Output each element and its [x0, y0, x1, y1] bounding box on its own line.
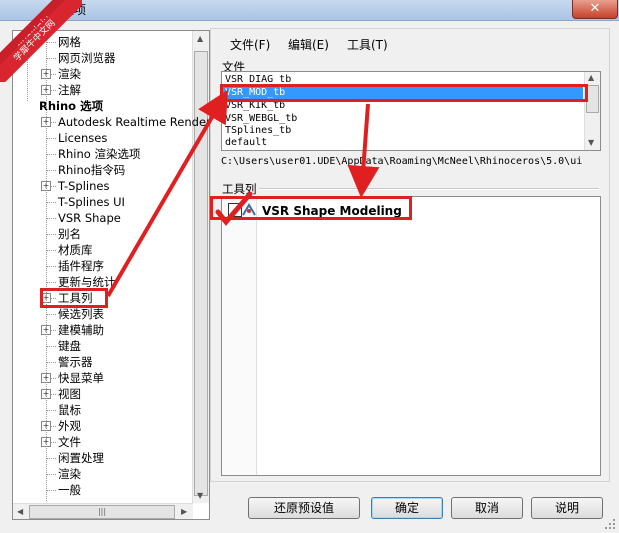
tree-vertical-scrollbar[interactable]: ▲ ▼	[192, 31, 209, 503]
menu-tools[interactable]: 工具(T)	[347, 36, 388, 53]
help-button[interactable]: 说明	[531, 497, 603, 519]
tree-item[interactable]: 文件	[58, 434, 81, 450]
cancel-button[interactable]: 取消	[451, 497, 523, 519]
tree-item-label: 鼠标	[58, 403, 81, 417]
tree-connector	[46, 362, 56, 363]
tree-item-label: 快显菜单	[58, 371, 104, 385]
file-item[interactable]: VSR_WEBGL_tb	[225, 113, 297, 125]
tree-item[interactable]: 建模辅助	[58, 322, 104, 338]
tree-item-label: Rhino 选项	[39, 99, 104, 113]
tree-item-label: Rhino 渲染选项	[58, 147, 141, 161]
tree-connector	[46, 458, 56, 459]
tree-item[interactable]: Rhino 渲染选项	[58, 146, 140, 162]
tree-item[interactable]: VSR Shape	[58, 210, 121, 226]
restore-defaults-button[interactable]: 还原预设值	[248, 497, 360, 519]
options-dialog: 选项 ✕ ▲ ▼ ◀ ||| ▶ 网格网页浏览器渲染+注解+Rhino 选项Au…	[0, 0, 619, 533]
tree-connector	[46, 170, 56, 171]
tree-item[interactable]: 键盘	[58, 338, 81, 354]
toolbars-check-column	[222, 197, 257, 475]
tree-connector	[46, 282, 56, 283]
toolbars-group-label: 工具列	[222, 181, 259, 197]
tree-item-label: 材质库	[58, 243, 93, 257]
tree-item[interactable]: 闲置处理	[58, 450, 104, 466]
tree-item-label: T-Splines UI	[58, 195, 125, 209]
annotation-box-toolbars-tree	[40, 288, 108, 308]
tree-item-label: 一般	[58, 483, 81, 497]
scroll-left-arrow-icon[interactable]: ◀	[17, 507, 23, 516]
toolbar-files-list[interactable]: VSR_DIAG_tb VSR_MOD_tb VSR_KIK_tb VSR_WE…	[221, 71, 601, 151]
tree-item[interactable]: Licenses	[58, 130, 107, 146]
tree-item-label: 注解	[58, 83, 81, 97]
tree-connector	[46, 31, 47, 501]
tree-item[interactable]: 快显菜单	[58, 370, 104, 386]
tree-item-label: 键盘	[58, 339, 81, 353]
menu-file[interactable]: 文件(F)	[230, 36, 270, 53]
tree-connector	[46, 474, 56, 475]
tree-connector	[46, 202, 56, 203]
site-watermark: xuexiniu 学犀牛中文网	[0, 0, 82, 82]
tree-item-label: T-Splines	[58, 179, 110, 193]
tree-connector	[46, 138, 56, 139]
tree-item-label: 警示器	[58, 355, 93, 369]
tree-item-label: 候选列表	[58, 307, 104, 321]
resize-grip-icon[interactable]	[603, 517, 617, 531]
tree-item-label: 渲染	[58, 467, 81, 481]
scroll-up-arrow-icon[interactable]: ▲	[588, 73, 594, 82]
tree-item-label: Autodesk Realtime Renderer	[58, 115, 210, 129]
tree-item[interactable]: 注解	[58, 82, 81, 98]
annotation-box-toolbar-item	[210, 196, 412, 220]
tree-item-label: Rhino指令码	[58, 163, 126, 177]
tree-item[interactable]: 警示器	[58, 354, 93, 370]
tree-item-label: 视图	[58, 387, 81, 401]
tree-item[interactable]: T-Splines UI	[58, 194, 125, 210]
tree-item[interactable]: Autodesk Realtime Renderer	[58, 114, 210, 130]
tree-connector	[46, 314, 56, 315]
tree-item-label: Licenses	[58, 131, 108, 145]
toolbars-group-separator	[250, 188, 599, 190]
tree-item[interactable]: 候选列表	[58, 306, 104, 322]
tree-connector	[46, 218, 56, 219]
tree-item-label: 闲置处理	[58, 451, 104, 465]
menu-edit[interactable]: 编辑(E)	[288, 36, 329, 53]
title-bar: 选项 ✕	[0, 0, 619, 21]
tree-connector	[46, 250, 56, 251]
tree-item-label: VSR Shape	[58, 211, 121, 225]
tree-horizontal-scrollbar[interactable]: ◀ ||| ▶	[13, 503, 193, 519]
scroll-up-arrow-icon[interactable]: ▲	[197, 34, 203, 43]
file-item[interactable]: default	[225, 137, 267, 149]
options-tree[interactable]: ▲ ▼ ◀ ||| ▶ 网格 网页浏览器 渲染 + 注解 + Rhino 选项 Autodes…	[12, 30, 210, 520]
file-item[interactable]: TSplines_tb	[225, 125, 291, 137]
scroll-down-arrow-icon[interactable]: ▼	[197, 491, 203, 500]
scroll-right-arrow-icon[interactable]: ▶	[181, 507, 187, 516]
tree-item-label: 别名	[58, 227, 81, 241]
tree-horizontal-scroll-thumb[interactable]: |||	[29, 505, 175, 519]
tree-item[interactable]: 一般	[58, 482, 81, 498]
tree-item[interactable]: 插件程序	[58, 258, 104, 274]
tree-item[interactable]: 外观	[58, 418, 81, 434]
tree-item-label: 建模辅助	[58, 323, 104, 337]
tree-item[interactable]: 材质库	[58, 242, 93, 258]
tree-connector	[46, 266, 56, 267]
close-button[interactable]: ✕	[572, 0, 618, 19]
tree-item-label: 文件	[58, 435, 81, 449]
tree-item[interactable]: Rhino指令码	[58, 162, 125, 178]
tree-item[interactable]: Rhino 选项	[39, 98, 103, 114]
tree-item[interactable]: 鼠标	[58, 402, 81, 418]
tree-item[interactable]: 视图	[58, 386, 81, 402]
tree-item-label: 插件程序	[58, 259, 104, 273]
tree-item[interactable]: 别名	[58, 226, 81, 242]
tree-connector	[46, 154, 56, 155]
tree-connector	[46, 234, 56, 235]
toolbar-file-path: C:\Users\user01.UDE\AppData\Roaming\McNe…	[221, 156, 583, 167]
tree-item[interactable]: T-Splines	[58, 178, 109, 194]
ok-button[interactable]: 确定	[371, 497, 443, 519]
tree-item-label: 外观	[58, 419, 81, 433]
tree-item[interactable]: 渲染	[58, 466, 81, 482]
tree-connector	[46, 490, 56, 491]
annotation-box-selected-file	[220, 84, 588, 102]
toolbars-list[interactable]: VSR Shape Modeling	[221, 196, 601, 476]
tree-connector	[46, 346, 56, 347]
tree-connector	[46, 410, 56, 411]
scroll-down-arrow-icon[interactable]: ▼	[588, 138, 594, 147]
